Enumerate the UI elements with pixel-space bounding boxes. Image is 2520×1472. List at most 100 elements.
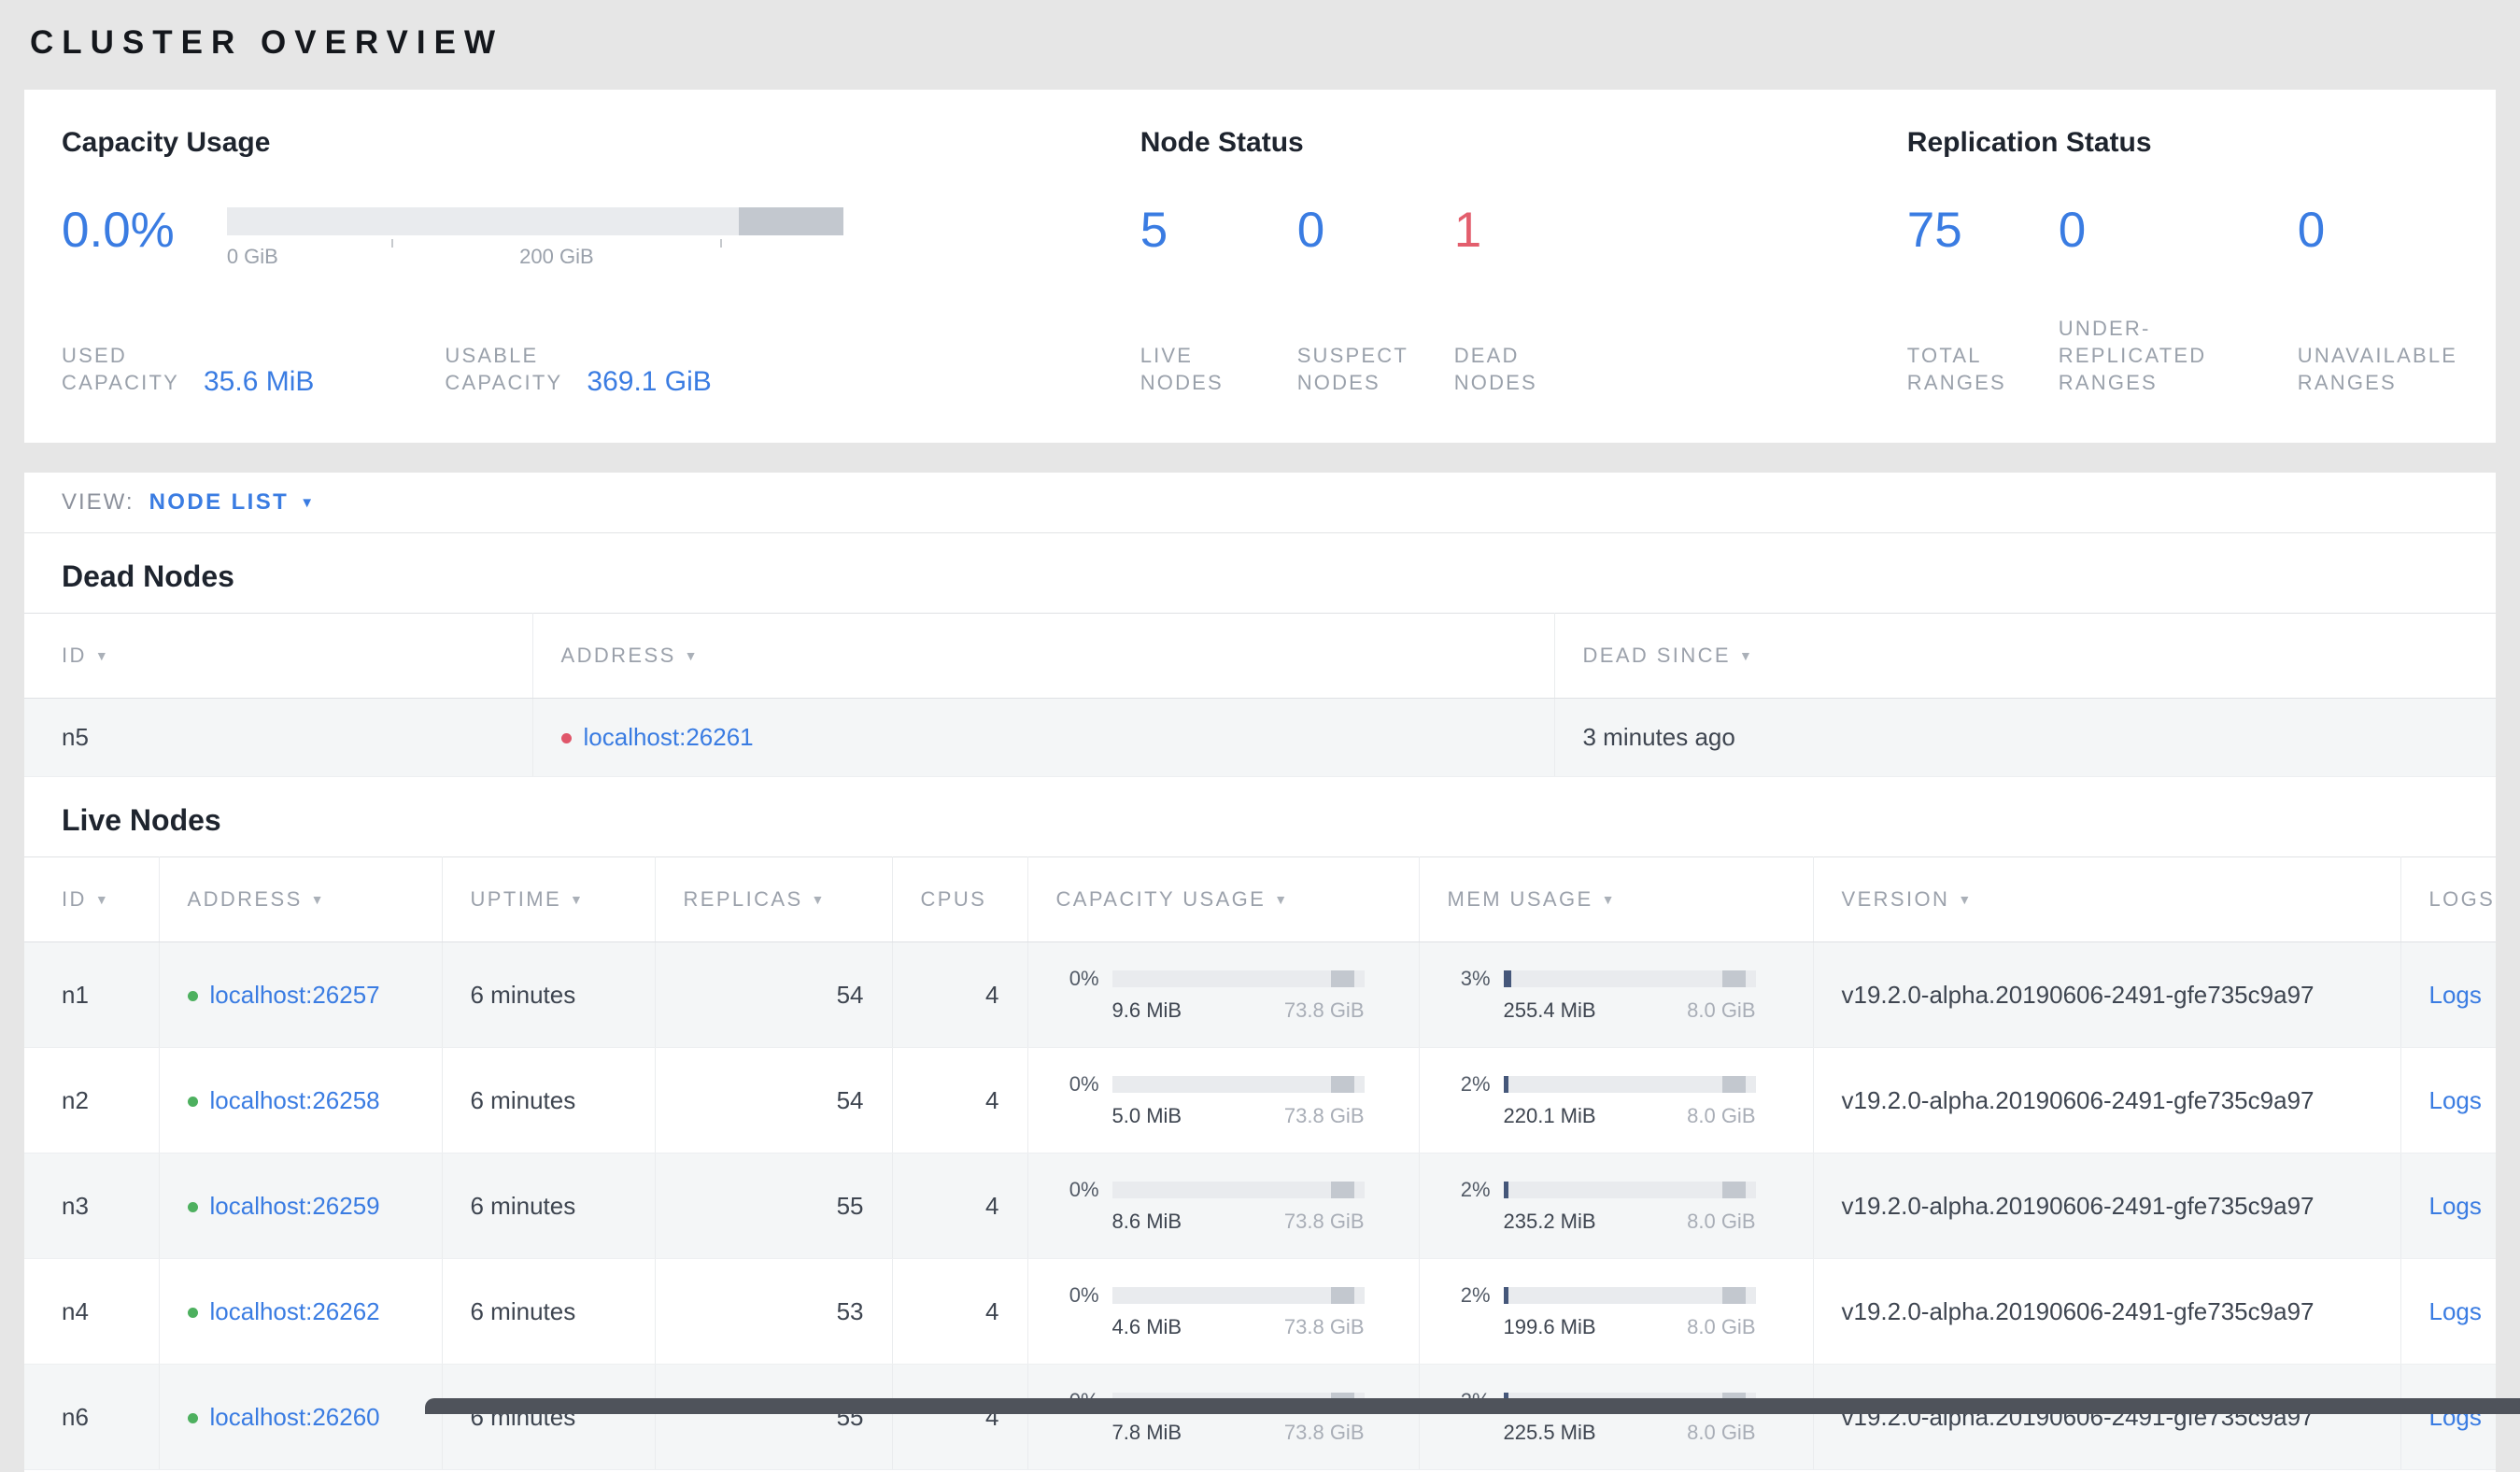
view-selected-value: NODE LIST	[149, 489, 290, 516]
node-address-link[interactable]: localhost:26262	[210, 1297, 380, 1325]
node-cpus: 4	[892, 1048, 1027, 1154]
live-nodes-count: 5	[1140, 205, 1297, 255]
mem-meter-bar	[1504, 1287, 1756, 1304]
mem-total: 8.0 GiB	[1687, 1104, 1755, 1128]
capacity-usage-title: Capacity Usage	[62, 127, 1140, 159]
capacity-bar-other-segment	[739, 207, 843, 235]
summary-card: Capacity Usage 0.0% 0 GiB 200 GiB	[24, 90, 2496, 443]
dead-nodes-header-row: ID▼ ADDRESS▼ DEAD SINCE▼	[24, 614, 2496, 699]
mem-total: 8.0 GiB	[1687, 1210, 1755, 1234]
live-col-version[interactable]: VERSION▼	[1813, 857, 2400, 942]
node-id: n3	[24, 1154, 159, 1259]
mem-used: 255.4 MiB	[1504, 998, 1596, 1023]
replication-status-stats: 75 0 0 TOTAL RANGES UNDER- REPLICATED RA…	[1907, 205, 2458, 396]
node-cpus: 4	[892, 1365, 1027, 1470]
live-col-uptime[interactable]: UPTIME▼	[442, 857, 655, 942]
page-title: CLUSTER OVERVIEW	[30, 24, 2496, 62]
node-status-title: Node Status	[1140, 127, 1907, 159]
node-logs-link[interactable]: Logs	[2429, 981, 2482, 1009]
mem-used: 199.6 MiB	[1504, 1315, 1596, 1339]
cluster-overview-page: CLUSTER OVERVIEW Capacity Usage 0.0% 0 G…	[0, 0, 2520, 1472]
node-address-link[interactable]: localhost:26260	[210, 1403, 380, 1431]
dead-nodes-title: Dead Nodes	[24, 533, 2496, 613]
capacity-percent: 0%	[1056, 967, 1099, 991]
mem-used: 225.5 MiB	[1504, 1421, 1596, 1445]
capacity-bar-axis: 0 GiB 200 GiB	[227, 239, 843, 273]
dead-node-address-link[interactable]: localhost:26261	[584, 723, 754, 751]
node-address-link[interactable]: localhost:26257	[210, 981, 380, 1009]
node-capacity-usage-cell: 0% 4.6 MiB73.8 GiB	[1027, 1259, 1419, 1365]
sort-arrow-icon: ▼	[685, 648, 700, 663]
node-logs-link[interactable]: Logs	[2429, 1086, 2482, 1114]
live-col-id[interactable]: ID▼	[24, 857, 159, 942]
node-address-link[interactable]: localhost:26258	[210, 1086, 380, 1114]
node-mem-usage-cell: 2% 225.5 MiB8.0 GiB	[1419, 1365, 1813, 1470]
mem-meter-bar	[1504, 1182, 1756, 1198]
node-status-section: Node Status 5 0 1 LIVE NODES SUSPECT NOD…	[1140, 127, 1907, 396]
unavailable-ranges-label: UNAVAILABLE RANGES	[2298, 342, 2458, 396]
nodes-card: VIEW: NODE LIST ▼ Dead Nodes ID▼ ADDRESS…	[24, 473, 2496, 1472]
replication-status-section: Replication Status 75 0 0 TOTAL RANGES U…	[1907, 127, 2458, 396]
node-id: n1	[24, 942, 159, 1048]
capacity-meter-bar	[1112, 1287, 1365, 1304]
capacity-total: 73.8 GiB	[1284, 998, 1365, 1023]
node-capacity-usage-cell: 0% 9.6 MiB73.8 GiB	[1027, 942, 1419, 1048]
sort-arrow-icon: ▼	[1739, 648, 1754, 663]
dead-nodes-count: 1	[1454, 205, 1907, 255]
capacity-bar-area: 0 GiB 200 GiB	[227, 207, 843, 273]
node-address-cell: localhost:26258	[159, 1048, 442, 1154]
live-node-row: n2 localhost:26258 6 minutes 54 4 0% 5.0…	[24, 1048, 2496, 1154]
node-mem-usage-cell: 2% 220.1 MiB8.0 GiB	[1419, 1048, 1813, 1154]
live-nodes-header-row: ID▼ ADDRESS▼ UPTIME▼ REPLICAS▼ CPUS CAPA…	[24, 857, 2496, 942]
node-status-stats: 5 0 1 LIVE NODES SUSPECT NODES DEAD NODE…	[1140, 205, 1907, 396]
dead-nodes-table: ID▼ ADDRESS▼ DEAD SINCE▼ n5 localhost:26…	[24, 613, 2496, 777]
under-replicated-ranges-label: UNDER- REPLICATED RANGES	[2059, 315, 2298, 396]
live-col-cpus[interactable]: CPUS	[892, 857, 1027, 942]
live-col-address[interactable]: ADDRESS▼	[159, 857, 442, 942]
usable-capacity-stat: USABLE CAPACITY 369.1 GiB	[445, 342, 711, 396]
view-selector-dropdown[interactable]: NODE LIST ▼	[149, 489, 317, 516]
node-capacity-usage-cell: 0% 7.8 MiB73.8 GiB	[1027, 1365, 1419, 1470]
dead-col-dead-since[interactable]: DEAD SINCE▼	[1554, 614, 2496, 699]
total-ranges-count: 75	[1907, 205, 2059, 255]
live-nodes-table: ID▼ ADDRESS▼ UPTIME▼ REPLICAS▼ CPUS CAPA…	[24, 856, 2496, 1470]
node-id: n2	[24, 1048, 159, 1154]
node-version: v19.2.0-alpha.20190606-2491-gfe735c9a97	[1813, 1048, 2400, 1154]
dead-col-id[interactable]: ID▼	[24, 614, 532, 699]
live-nodes-label: LIVE NODES	[1140, 342, 1297, 396]
live-status-dot-icon	[188, 991, 198, 1001]
capacity-usage-section: Capacity Usage 0.0% 0 GiB 200 GiB	[62, 127, 1140, 396]
capacity-used: 5.0 MiB	[1112, 1104, 1182, 1128]
view-label: VIEW:	[62, 489, 134, 516]
live-col-mem-usage[interactable]: MEM USAGE▼	[1419, 857, 1813, 942]
node-logs-link[interactable]: Logs	[2429, 1297, 2482, 1325]
capacity-meter-bar	[1112, 970, 1365, 987]
live-col-capacity-usage[interactable]: CAPACITY USAGE▼	[1027, 857, 1419, 942]
live-nodes-title: Live Nodes	[24, 777, 2496, 856]
capacity-stats: USED CAPACITY 35.6 MiB USABLE CAPACITY 3…	[62, 318, 1140, 396]
node-replicas: 53	[655, 1259, 892, 1365]
node-replicas: 54	[655, 942, 892, 1048]
live-node-row: n4 localhost:26262 6 minutes 53 4 0% 4.6…	[24, 1259, 2496, 1365]
node-logs-link[interactable]: Logs	[2429, 1192, 2482, 1220]
capacity-total: 73.8 GiB	[1284, 1210, 1365, 1234]
dead-col-address[interactable]: ADDRESS▼	[532, 614, 1554, 699]
node-logs-cell: Logs	[2400, 942, 2496, 1048]
dead-nodes-label: DEAD NODES	[1454, 342, 1907, 396]
under-replicated-ranges-count: 0	[2059, 205, 2298, 255]
axis-tick-mark	[391, 239, 393, 248]
capacity-usage-row: 0.0% 0 GiB 200 GiB	[62, 205, 1140, 267]
node-address-cell: localhost:26259	[159, 1154, 442, 1259]
node-logs-cell: Logs	[2400, 1154, 2496, 1259]
sort-arrow-icon: ▼	[1602, 892, 1617, 907]
mem-meter-bar	[1504, 1076, 1756, 1093]
node-address-link[interactable]: localhost:26259	[210, 1192, 380, 1220]
node-id: n6	[24, 1365, 159, 1470]
node-version: v19.2.0-alpha.20190606-2491-gfe735c9a97	[1813, 1365, 2400, 1470]
capacity-bar	[227, 207, 843, 235]
sort-arrow-icon: ▼	[95, 648, 110, 663]
capacity-meter-bar	[1112, 1182, 1365, 1198]
capacity-percent: 0%	[1056, 1178, 1099, 1202]
live-col-replicas[interactable]: REPLICAS▼	[655, 857, 892, 942]
mem-percent: 3%	[1448, 967, 1491, 991]
